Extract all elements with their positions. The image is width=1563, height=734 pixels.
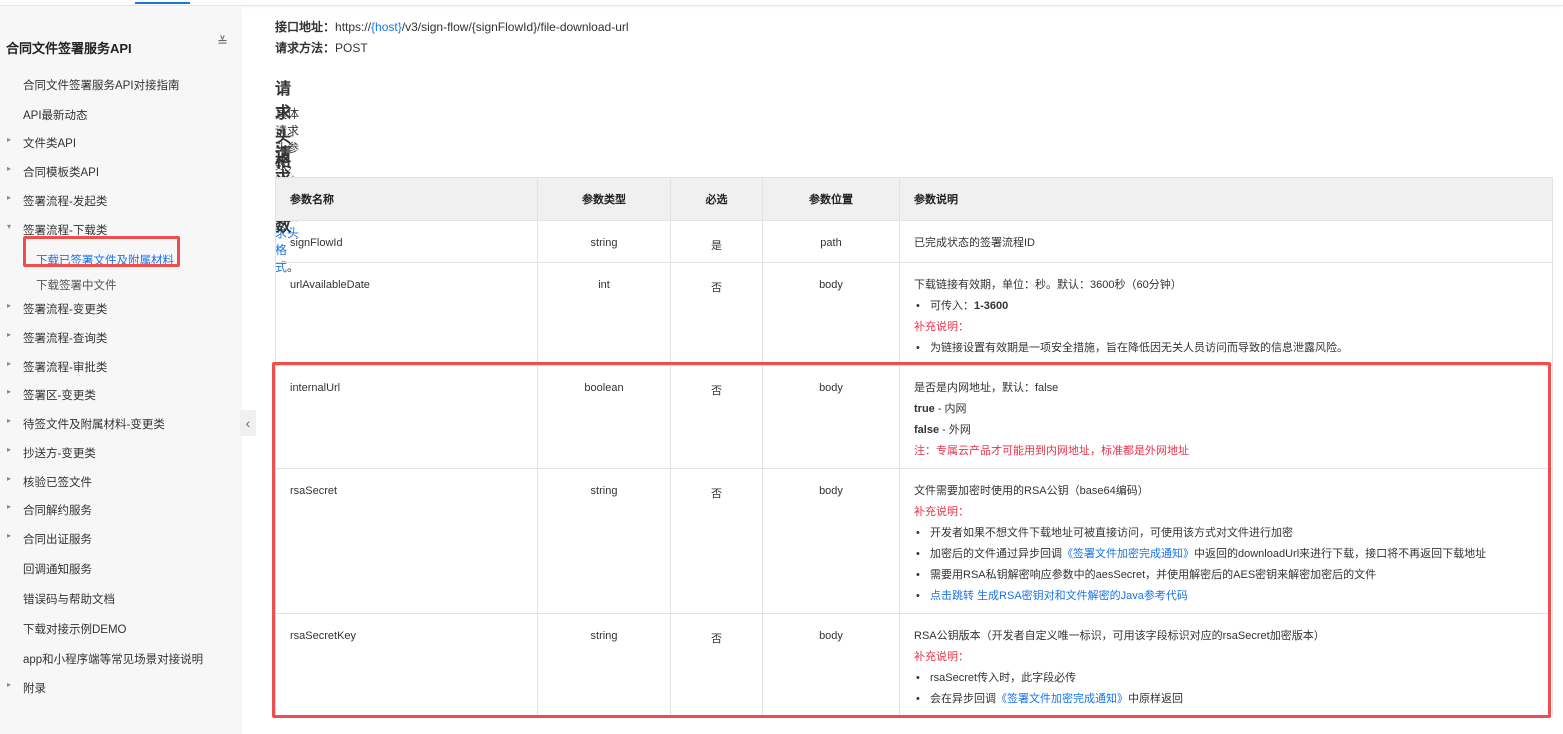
chevron-left-icon[interactable]: ‹ — [240, 410, 256, 436]
param-position: path — [762, 220, 900, 263]
sidebar-item-label: 签署区-变更类 — [23, 390, 96, 402]
sidebar-item-label: 签署流程-发起类 — [23, 196, 108, 208]
endpoint-prefix: https:// — [335, 20, 372, 34]
sidebar-item-label: 待签文件及附属材料-变更类 — [23, 419, 165, 431]
method-label: 请求方法： — [275, 41, 336, 55]
sidebar-item[interactable]: ▸ 抄送方-变更类 — [7, 445, 96, 461]
sidebar-title: 合同文件签署服务API — [6, 41, 132, 56]
desc-text: 为链接设置有效期是一项安全措施，旨在降低因无关人员访问而导致的信息泄露风险。 — [930, 342, 1348, 354]
sidebar-item-label: 附录 — [23, 683, 46, 695]
desc-line: 已完成状态的签署流程ID — [914, 233, 1552, 254]
sidebar-item[interactable]: ▸ 签署流程-审批类 — [7, 359, 108, 375]
param-required: 是 — [670, 220, 763, 263]
sidebar-item[interactable]: ▸ 合同出证服务 — [7, 531, 92, 547]
desc-line: 下载链接有效期，单位：秒。默认：3600秒（60分钟） — [914, 275, 1552, 296]
top-bar — [0, 0, 1563, 6]
sidebar-item-label: 文件类API — [23, 138, 77, 150]
sidebar-item[interactable]: ▸ 签署流程-查询类 — [7, 330, 108, 346]
col-header-type: 参数类型 — [537, 177, 671, 221]
endpoint-label: 接口地址： — [275, 20, 336, 34]
param-description: 已完成状态的签署流程ID — [899, 220, 1553, 263]
desc-bold: 1-3600 — [974, 300, 1009, 312]
caret-icon: ▸ — [7, 135, 12, 144]
sidebar-item[interactable]: app和小程序端等常见场景对接说明 — [23, 651, 203, 667]
col-header-desc: 参数说明 — [899, 177, 1553, 221]
desc-text: 补充说明： — [914, 321, 969, 333]
sidebar-item-label: 合同模板类API — [23, 167, 100, 179]
sidebar-item[interactable]: 下载对接示例DEMO — [23, 621, 127, 637]
sidebar-item[interactable]: 下载签署中文件 — [36, 277, 117, 293]
desc-text: 可传入： — [930, 300, 974, 312]
sidebar-item-label: API最新动态 — [23, 110, 88, 122]
sidebar-item[interactable]: 合同文件签署服务API对接指南 — [23, 77, 180, 93]
table-row: signFlowId string 是 path 已完成状态的签署流程ID — [275, 220, 1553, 263]
desc-line: 为链接设置有效期是一项安全措施，旨在降低因无关人员访问而导致的信息泄露风险。 — [914, 338, 1552, 359]
table-row: urlAvailableDate int 否 body 下载链接有效期，单位：秒。默认：… — [275, 262, 1553, 366]
sidebar-item[interactable]: ▸ 附录 — [7, 680, 46, 696]
sidebar-item-label: 合同解约服务 — [23, 505, 92, 517]
caret-icon: ▸ — [7, 680, 12, 689]
caret-icon: ▸ — [7, 193, 12, 202]
sidebar-item-label: 签署流程-审批类 — [23, 362, 108, 374]
param-position: body — [762, 262, 900, 366]
sidebar-item[interactable]: 回调通知服务 — [23, 561, 92, 577]
col-header-name: 参数名称 — [275, 177, 538, 221]
caret-icon: ▸ — [7, 387, 12, 396]
param-type: string — [537, 220, 671, 263]
sidebar-item[interactable]: ▸ 文件类API — [7, 135, 77, 151]
method: 请求方法：POST — [275, 39, 368, 56]
sidebar-item-label: 合同文件签署服务API对接指南 — [23, 80, 180, 92]
collapse-menu-icon[interactable]: ≚ — [217, 34, 228, 50]
desc-text: 下载链接有效期，单位：秒。默认：3600秒（60分钟） — [914, 279, 1182, 291]
sidebar-item[interactable]: 错误码与帮助文档 — [23, 591, 115, 607]
sidebar-item-label: 错误码与帮助文档 — [23, 594, 115, 606]
param-name: urlAvailableDate — [275, 262, 538, 366]
sidebar-item[interactable]: ▸ 签署流程-发起类 — [7, 193, 108, 209]
host-link[interactable]: {host} — [371, 20, 402, 34]
desc-line: 可传入：1-3600 — [914, 296, 1552, 317]
col-header-required: 必选 — [670, 177, 763, 221]
method-value: POST — [335, 41, 368, 55]
sidebar-item[interactable]: API最新动态 — [23, 107, 88, 123]
sidebar-item-label: 抄送方-变更类 — [23, 448, 96, 460]
sidebar-item-label: 下载对接示例DEMO — [23, 624, 127, 636]
sidebar-item-label: 合同出证服务 — [23, 534, 92, 546]
sidebar-item-label: app和小程序端等常见场景对接说明 — [23, 654, 204, 666]
sidebar: 合同文件签署服务API ≚ 合同文件签署服务API对接指南 API最新动态 ▸ 文件类… — [0, 7, 242, 734]
sidebar-item[interactable]: ▸ 核验已签文件 — [7, 474, 92, 490]
sidebar-item[interactable]: ▸ 签署流程-变更类 — [7, 301, 108, 317]
endpoint-path: /v3/sign-flow/{signFlowId}/file-download… — [401, 20, 629, 34]
sidebar-item-label: 签署流程-变更类 — [23, 304, 108, 316]
caret-icon: ▸ — [7, 301, 12, 310]
col-header-position: 参数位置 — [762, 177, 900, 221]
active-tab-indicator — [135, 2, 190, 4]
caret-icon: ▸ — [7, 502, 12, 511]
caret-icon: ▸ — [7, 164, 12, 173]
sidebar-item-label: 回调通知服务 — [23, 564, 92, 576]
endpoint: 接口地址：https://{host}/v3/sign-flow/{signFl… — [275, 18, 629, 35]
sidebar-item-label: 核验已签文件 — [23, 477, 92, 489]
caret-icon: ▸ — [7, 531, 12, 540]
sidebar-item-label: 签署流程-查询类 — [23, 333, 108, 345]
sidebar-item[interactable]: ▸ 待签文件及附属材料-变更类 — [7, 416, 165, 432]
caret-icon: ▾ — [7, 222, 12, 231]
caret-icon: ▸ — [7, 330, 12, 339]
sidebar-item[interactable]: ▸ 签署区-变更类 — [7, 387, 96, 403]
caret-icon: ▸ — [7, 359, 12, 368]
sidebar-item[interactable]: ▸ 合同模板类API — [7, 164, 100, 180]
sidebar-item-label: 下载签署中文件 — [36, 280, 117, 292]
param-required: 否 — [670, 262, 763, 366]
desc-text: 已完成状态的签署流程ID — [914, 237, 1035, 249]
caret-icon: ▸ — [7, 445, 12, 454]
caret-icon: ▸ — [7, 474, 12, 483]
highlight-box — [272, 362, 1551, 718]
param-description: 下载链接有效期，单位：秒。默认：3600秒（60分钟） 可传入：1-3600 补充说… — [899, 262, 1553, 366]
param-name: signFlowId — [275, 220, 538, 263]
caret-icon: ▸ — [7, 416, 12, 425]
desc-line: 补充说明： — [914, 317, 1552, 338]
sidebar-item[interactable]: ▸ 合同解约服务 — [7, 502, 92, 518]
param-type: int — [537, 262, 671, 366]
highlight-box — [23, 236, 180, 267]
